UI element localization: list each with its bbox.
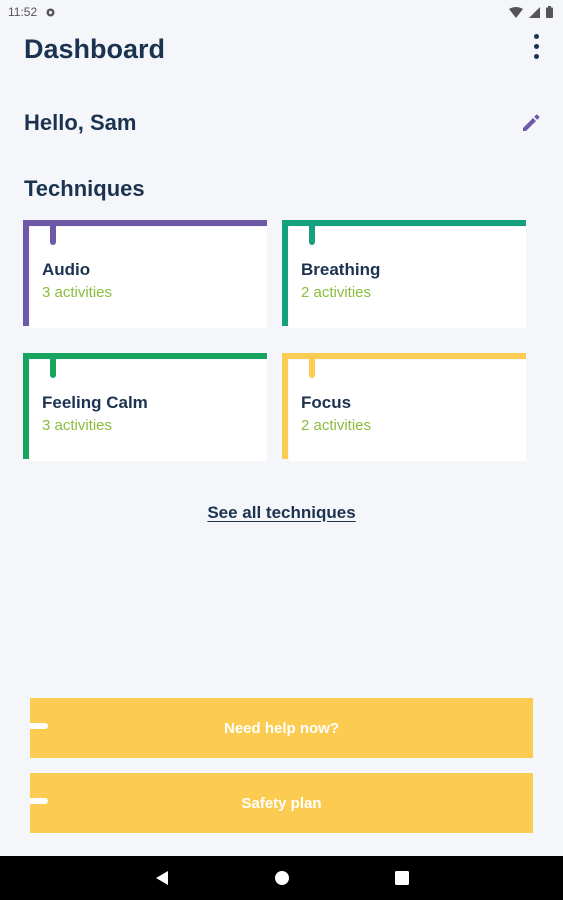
card-name: Audio [42, 260, 91, 279]
techniques-title: Techniques [24, 176, 145, 201]
card-accent-left [282, 220, 288, 326]
card-name: Breathing [301, 260, 381, 279]
greeting-text: Hello, Sam [24, 110, 137, 135]
safety-plan-label: Safety plan [241, 794, 322, 812]
more-dot [533, 33, 539, 39]
more-dot [533, 43, 539, 49]
card-accent-left [282, 353, 288, 459]
more-vertical-icon[interactable] [522, 30, 550, 62]
card-accent-left [23, 353, 29, 459]
card-name: Focus [301, 393, 352, 412]
card-tab [50, 353, 56, 378]
status-time: 11:52 [8, 5, 38, 19]
recents-icon[interactable] [390, 866, 414, 890]
card-name: Feeling Calm [42, 393, 148, 412]
edit-name-button[interactable] [518, 110, 544, 136]
notification-icon [45, 7, 56, 18]
page-title: Dashboard [24, 34, 166, 64]
battery-icon [546, 6, 553, 18]
card-accent-top [282, 353, 526, 359]
card-accent-top [23, 220, 267, 226]
back-icon[interactable] [150, 866, 174, 890]
signal-icon [529, 6, 540, 18]
status-right [509, 6, 553, 18]
wifi-icon [509, 6, 523, 18]
card-accent-top [282, 220, 526, 226]
status-bar: 11:52 [0, 0, 563, 24]
card-accent-left [23, 220, 29, 326]
button-handle [30, 723, 48, 729]
technique-card-breathing[interactable]: Breathing 2 activities [282, 220, 526, 328]
card-accent-top [23, 353, 267, 359]
safety-plan-button[interactable]: Safety plan [30, 773, 533, 833]
technique-card-feeling-calm[interactable]: Feeling Calm 3 activities [23, 353, 267, 461]
technique-card-audio[interactable]: Audio 3 activities [23, 220, 267, 328]
home-icon[interactable] [270, 866, 294, 890]
need-help-label: Need help now? [223, 719, 339, 737]
see-all-techniques-link[interactable]: See all techniques [0, 503, 563, 523]
card-count: 2 activities [301, 417, 372, 434]
button-handle [30, 798, 48, 804]
pencil-icon [523, 114, 540, 131]
card-count: 2 activities [301, 284, 372, 301]
technique-card-focus[interactable]: Focus 2 activities [282, 353, 526, 461]
card-tab [50, 220, 56, 245]
need-help-button[interactable]: Need help now? [30, 698, 533, 758]
card-count: 3 activities [42, 284, 113, 301]
system-nav-bar [0, 856, 563, 900]
card-count: 3 activities [42, 417, 113, 434]
status-left: 11:52 [8, 5, 56, 19]
card-tab [309, 220, 315, 245]
card-tab [309, 353, 315, 378]
more-dot [533, 53, 539, 59]
